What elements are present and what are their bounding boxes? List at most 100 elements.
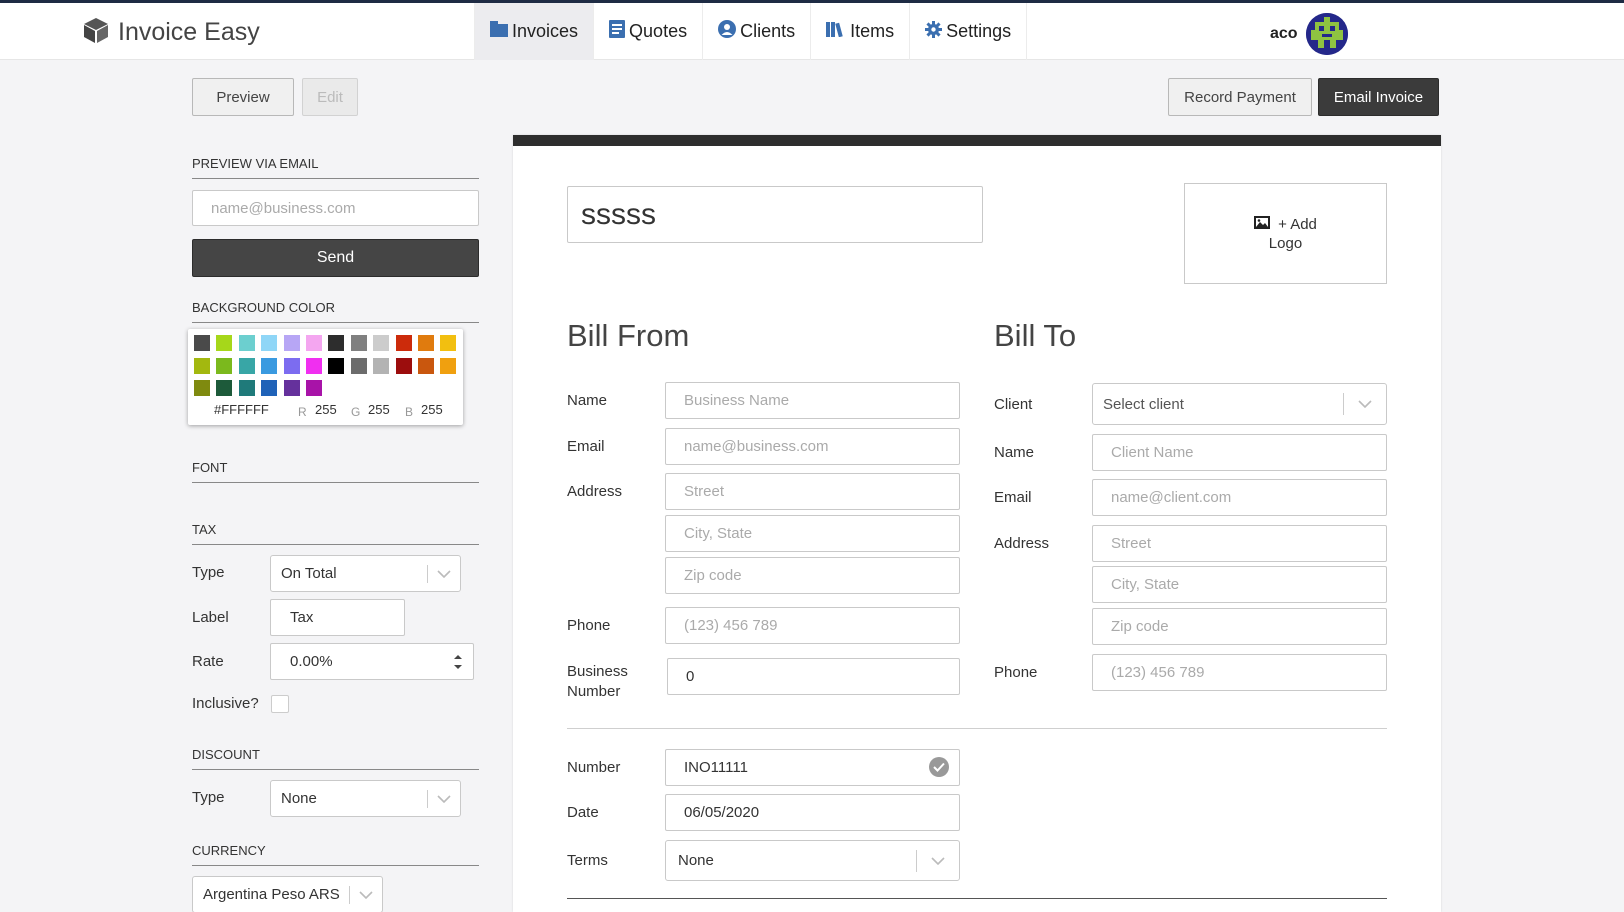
from-phone-input[interactable] <box>665 607 960 644</box>
section-divider <box>567 728 1387 729</box>
user-name: aco <box>1270 25 1298 42</box>
tax-label-input[interactable] <box>270 599 405 636</box>
color-swatch[interactable] <box>216 335 233 351</box>
r-value[interactable]: 255 <box>315 402 337 417</box>
nav-quotes[interactable]: Quotes <box>594 3 704 60</box>
avatar[interactable] <box>1305 13 1348 55</box>
tax-label-label: Label <box>192 609 229 626</box>
from-zip-input[interactable] <box>665 557 960 594</box>
bill-to-heading: Bill To <box>994 318 1077 353</box>
color-swatch[interactable] <box>261 335 278 351</box>
tax-inclusive-label: Inclusive? <box>192 695 259 712</box>
color-swatch[interactable] <box>238 335 255 351</box>
send-button[interactable]: Send <box>192 239 479 277</box>
color-picker: #FFFFFF R 255 G 255 B 255 <box>188 329 463 425</box>
color-swatch[interactable] <box>306 335 322 351</box>
add-logo-button[interactable]: + Add Logo <box>1184 183 1387 284</box>
from-phone-label: Phone <box>567 617 611 634</box>
nav-items[interactable]: Items <box>811 3 911 60</box>
tax-type-select[interactable]: On Total <box>270 555 461 592</box>
nav-label: Settings <box>946 21 1012 41</box>
currency-value: Argentina Peso ARS <box>203 886 340 903</box>
chevron-down-icon <box>428 569 460 578</box>
invoice-number-input[interactable] <box>665 749 960 786</box>
from-city-input[interactable] <box>665 515 960 552</box>
discount-type-label: Type <box>192 789 225 806</box>
image-icon <box>1254 215 1271 233</box>
nav-label: Clients <box>740 21 796 41</box>
add-logo-label: + Add <box>1278 215 1317 233</box>
color-swatch[interactable] <box>328 357 345 374</box>
color-swatch[interactable] <box>194 335 210 351</box>
color-swatch[interactable] <box>216 380 233 396</box>
record-payment-button[interactable]: Record Payment <box>1168 78 1312 116</box>
color-swatch[interactable] <box>261 380 278 396</box>
client-select[interactable]: Select client <box>1092 383 1387 425</box>
b-value[interactable]: 255 <box>421 402 443 417</box>
invoice-date-input[interactable] <box>665 794 960 831</box>
invoice-title-input[interactable] <box>567 186 983 243</box>
from-email-input[interactable] <box>665 428 960 465</box>
g-value[interactable]: 255 <box>368 402 390 417</box>
to-email-input[interactable] <box>1092 479 1387 516</box>
business-number-input[interactable] <box>667 658 960 695</box>
section-title-preview-email: PREVIEW VIA EMAIL <box>192 156 479 179</box>
hex-value[interactable]: #FFFFFF <box>214 402 269 417</box>
color-swatch[interactable] <box>194 357 210 374</box>
color-swatch[interactable] <box>283 357 300 374</box>
nav-clients[interactable]: Clients <box>703 3 812 60</box>
spinner-arrows-icon[interactable] <box>453 652 463 672</box>
preview-email-input[interactable] <box>192 190 479 226</box>
color-swatch[interactable] <box>350 357 367 374</box>
user-menu[interactable]: aco <box>1270 13 1348 55</box>
client-select-value: Select client <box>1103 395 1184 413</box>
nav-settings[interactable]: Settings <box>910 3 1028 60</box>
color-swatch[interactable] <box>373 357 390 374</box>
edit-button[interactable]: Edit <box>302 78 358 116</box>
color-swatch[interactable] <box>440 335 457 351</box>
email-invoice-button[interactable]: Email Invoice <box>1318 78 1439 116</box>
to-name-input[interactable] <box>1092 434 1387 471</box>
tax-inclusive-checkbox[interactable] <box>271 695 289 713</box>
nav-label: Quotes <box>629 21 688 41</box>
app-name: Invoice Easy <box>118 18 260 46</box>
discount-type-select[interactable]: None <box>270 780 461 817</box>
color-swatch[interactable] <box>373 335 390 351</box>
color-swatch[interactable] <box>306 357 322 374</box>
main-nav: Invoices Quotes Clients Items Settings <box>474 3 1028 60</box>
from-address-label: Address <box>567 483 623 500</box>
color-swatch[interactable] <box>440 357 457 374</box>
color-swatch[interactable] <box>306 380 322 396</box>
color-swatch[interactable] <box>418 335 434 351</box>
terms-select[interactable]: None <box>665 840 960 881</box>
invoice-icon <box>490 21 508 42</box>
to-street-input[interactable] <box>1092 525 1387 562</box>
color-swatch[interactable] <box>283 380 300 396</box>
color-swatch[interactable] <box>283 335 300 351</box>
tax-rate-input[interactable]: 0.00% <box>270 643 474 680</box>
to-zip-input[interactable] <box>1092 608 1387 645</box>
color-swatch[interactable] <box>238 357 255 374</box>
color-swatch[interactable] <box>395 335 412 351</box>
color-swatch[interactable] <box>395 357 412 374</box>
tax-rate-label: Rate <box>192 653 224 670</box>
to-phone-input[interactable] <box>1092 654 1387 691</box>
section-title-background-color: BACKGROUND COLOR <box>192 300 479 323</box>
preview-button[interactable]: Preview <box>192 78 294 116</box>
brand[interactable]: Invoice Easy <box>82 16 260 49</box>
add-logo-label-2: Logo <box>1268 234 1303 252</box>
color-swatch[interactable] <box>216 357 233 374</box>
color-swatch[interactable] <box>350 335 367 351</box>
color-swatch[interactable] <box>418 357 434 374</box>
color-swatch[interactable] <box>328 335 345 351</box>
color-swatch[interactable] <box>238 380 255 396</box>
color-swatch[interactable] <box>261 357 278 374</box>
color-swatch[interactable] <box>194 380 210 396</box>
invoice-terms-label: Terms <box>567 852 608 869</box>
to-city-input[interactable] <box>1092 566 1387 603</box>
from-street-input[interactable] <box>665 473 960 510</box>
from-name-input[interactable] <box>665 382 960 419</box>
nav-invoices[interactable]: Invoices <box>474 3 595 60</box>
currency-select[interactable]: Argentina Peso ARS <box>192 876 383 912</box>
bill-from-heading: Bill From <box>567 318 690 353</box>
